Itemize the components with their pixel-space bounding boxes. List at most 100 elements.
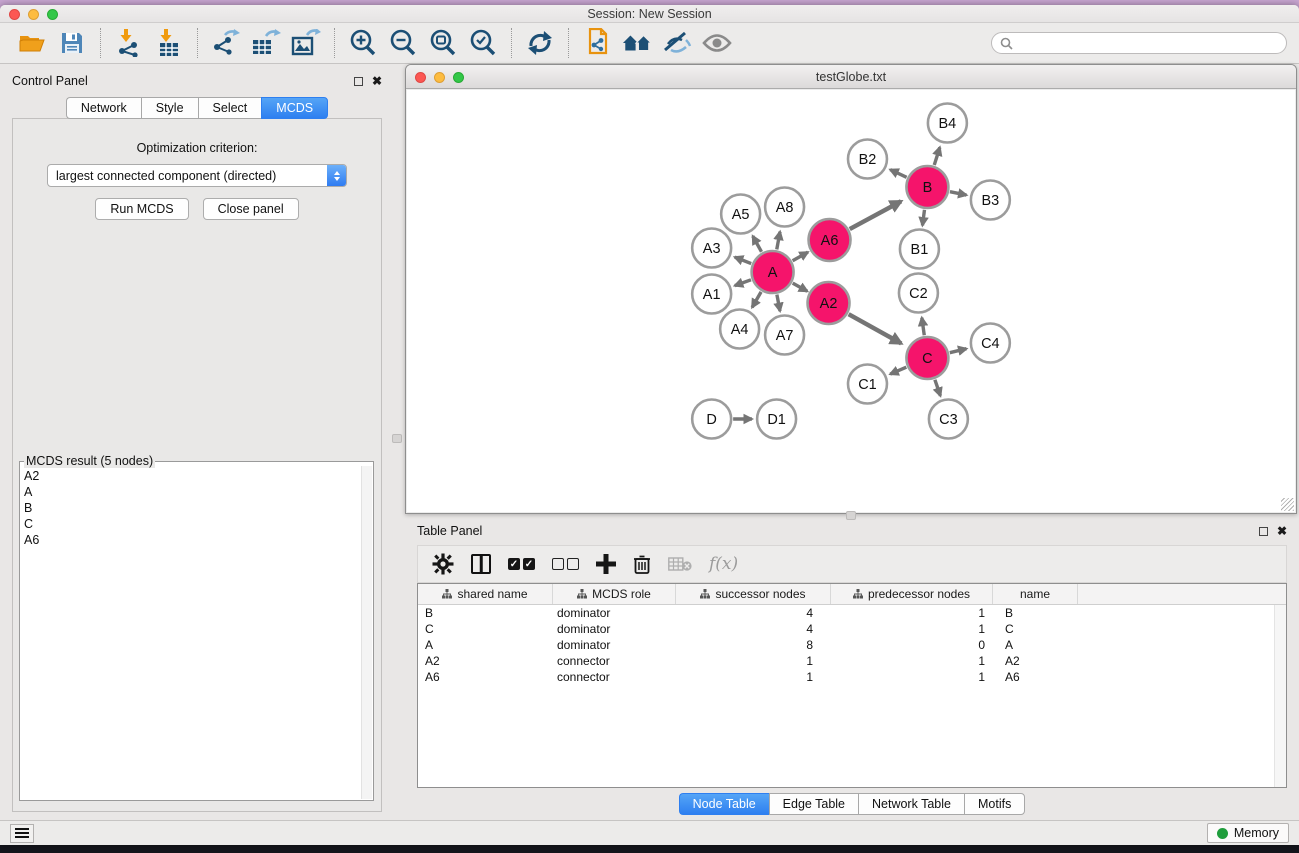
column-header-successor-nodes[interactable]: successor nodes xyxy=(676,584,831,604)
column-header-predecessor-nodes[interactable]: predecessor nodes xyxy=(831,584,993,604)
table-cell[interactable]: A xyxy=(993,637,1078,653)
open-session-button[interactable] xyxy=(17,28,47,58)
close-panel-icon[interactable]: ✖ xyxy=(1277,525,1287,537)
result-scrollbar[interactable] xyxy=(361,466,372,799)
table-row[interactable]: Adominator80A xyxy=(418,637,1286,653)
graph-edge-B-B4[interactable] xyxy=(934,147,940,165)
float-panel-icon[interactable] xyxy=(1259,527,1268,536)
tab-motifs[interactable]: Motifs xyxy=(964,793,1025,815)
table-cell[interactable]: A2 xyxy=(993,653,1078,669)
search-input[interactable] xyxy=(1018,36,1278,50)
table-cell[interactable]: 8 xyxy=(676,637,831,653)
table-cell[interactable]: 1 xyxy=(831,669,993,685)
tab-network-table[interactable]: Network Table xyxy=(858,793,964,815)
graph-edge-A-A1[interactable] xyxy=(735,280,751,286)
graph-edge-A-A3[interactable] xyxy=(735,257,751,263)
table-cell[interactable]: 0 xyxy=(831,637,993,653)
float-panel-icon[interactable] xyxy=(354,77,363,86)
graph-edge-A6-B[interactable] xyxy=(850,201,901,229)
import-network-button[interactable] xyxy=(114,28,144,58)
graph-edge-A-A7[interactable] xyxy=(777,295,780,311)
result-item[interactable]: B xyxy=(24,500,359,516)
close-window-button[interactable] xyxy=(9,9,20,20)
network-close-button[interactable] xyxy=(415,72,426,83)
network-file-button[interactable] xyxy=(582,28,612,58)
table-row[interactable]: A6connector11A6 xyxy=(418,669,1286,685)
table-row[interactable]: A2connector11A2 xyxy=(418,653,1286,669)
network-minimize-button[interactable] xyxy=(434,72,445,83)
table-cell[interactable]: B xyxy=(993,605,1078,621)
network-graph[interactable]: B4B2BB3A8A5A6A3B1AC2A1A2A4A7C4CC1C3DD1 xyxy=(407,90,1295,512)
delete-column-button[interactable] xyxy=(633,554,651,575)
graph-edge-C-C1[interactable] xyxy=(890,367,906,374)
apply-layout-button[interactable] xyxy=(525,28,555,58)
search-field[interactable] xyxy=(991,32,1287,54)
table-cell[interactable]: A6 xyxy=(993,669,1078,685)
maximize-window-button[interactable] xyxy=(47,9,58,20)
splitter-handle[interactable] xyxy=(392,434,402,443)
save-session-button[interactable] xyxy=(57,28,87,58)
result-item[interactable]: C xyxy=(24,516,359,532)
table-cell[interactable]: dominator xyxy=(553,637,676,653)
unselect-all-columns-button[interactable] xyxy=(552,558,579,570)
table-cell[interactable]: 4 xyxy=(676,621,831,637)
close-panel-icon[interactable]: ✖ xyxy=(372,75,382,87)
tab-style[interactable]: Style xyxy=(141,97,198,119)
column-header-shared-name[interactable]: shared name xyxy=(418,584,553,604)
table-cell[interactable]: 1 xyxy=(676,653,831,669)
graph-edge-C-C3[interactable] xyxy=(935,380,941,396)
import-table-button[interactable] xyxy=(154,28,184,58)
graph-edge-B-B2[interactable] xyxy=(890,170,906,178)
graph-edge-A-A2[interactable] xyxy=(793,283,808,291)
table-scrollbar[interactable] xyxy=(1274,605,1286,787)
graph-edge-A-A6[interactable] xyxy=(793,252,808,261)
close-panel-button[interactable]: Close panel xyxy=(203,198,299,220)
network-canvas[interactable]: B4B2BB3A8A5A6A3B1AC2A1A2A4A7C4CC1C3DD1 xyxy=(407,90,1295,512)
tab-node-table[interactable]: Node Table xyxy=(679,793,769,815)
table-cell[interactable]: 1 xyxy=(831,653,993,669)
table-cell[interactable]: connector xyxy=(553,669,676,685)
zoom-in-button[interactable] xyxy=(348,28,378,58)
table-cell[interactable]: C xyxy=(418,621,553,637)
export-table-button[interactable] xyxy=(251,28,281,58)
mcds-result-list[interactable]: A2ABCA6 xyxy=(24,468,359,798)
graph-edge-A2-C[interactable] xyxy=(849,314,902,343)
tab-select[interactable]: Select xyxy=(198,97,262,119)
table-cell[interactable]: 4 xyxy=(676,605,831,621)
table-cell[interactable]: dominator xyxy=(553,605,676,621)
graph-edge-A-A4[interactable] xyxy=(752,292,761,307)
table-row[interactable]: Cdominator41C xyxy=(418,621,1286,637)
show-eye-button[interactable] xyxy=(702,28,732,58)
hide-panels-button[interactable] xyxy=(662,28,692,58)
result-item[interactable]: A2 xyxy=(24,468,359,484)
window-resize-grip[interactable] xyxy=(1281,498,1294,511)
tab-mcds[interactable]: MCDS xyxy=(261,97,328,119)
zoom-selected-button[interactable] xyxy=(468,28,498,58)
table-cell[interactable]: A xyxy=(418,637,553,653)
table-cell[interactable]: A2 xyxy=(418,653,553,669)
graph-edge-B-B3[interactable] xyxy=(950,192,967,195)
table-cell[interactable]: 1 xyxy=(676,669,831,685)
table-cell[interactable]: B xyxy=(418,605,553,621)
result-item[interactable]: A6 xyxy=(24,532,359,548)
create-column-button[interactable] xyxy=(596,554,616,574)
table-cell[interactable]: C xyxy=(993,621,1078,637)
tab-network[interactable]: Network xyxy=(66,97,141,119)
tab-edge-table[interactable]: Edge Table xyxy=(769,793,858,815)
run-mcds-button[interactable]: Run MCDS xyxy=(95,198,188,220)
zoom-fit-button[interactable] xyxy=(428,28,458,58)
task-history-button[interactable] xyxy=(10,824,34,843)
column-header-mcds-role[interactable]: MCDS role xyxy=(553,584,676,604)
table-cell[interactable]: 1 xyxy=(831,621,993,637)
optimization-criterion-select[interactable]: largest connected component (directed) xyxy=(47,164,347,187)
zoom-out-button[interactable] xyxy=(388,28,418,58)
graph-edge-A-A5[interactable] xyxy=(753,236,762,252)
column-header-name[interactable]: name xyxy=(993,584,1078,604)
table-row[interactable]: Bdominator41B xyxy=(418,605,1286,621)
export-image-button[interactable] xyxy=(291,28,321,58)
show-columns-button[interactable] xyxy=(471,554,491,574)
network-maximize-button[interactable] xyxy=(453,72,464,83)
home-button[interactable] xyxy=(622,28,652,58)
minimize-window-button[interactable] xyxy=(28,9,39,20)
table-cell[interactable]: A6 xyxy=(418,669,553,685)
